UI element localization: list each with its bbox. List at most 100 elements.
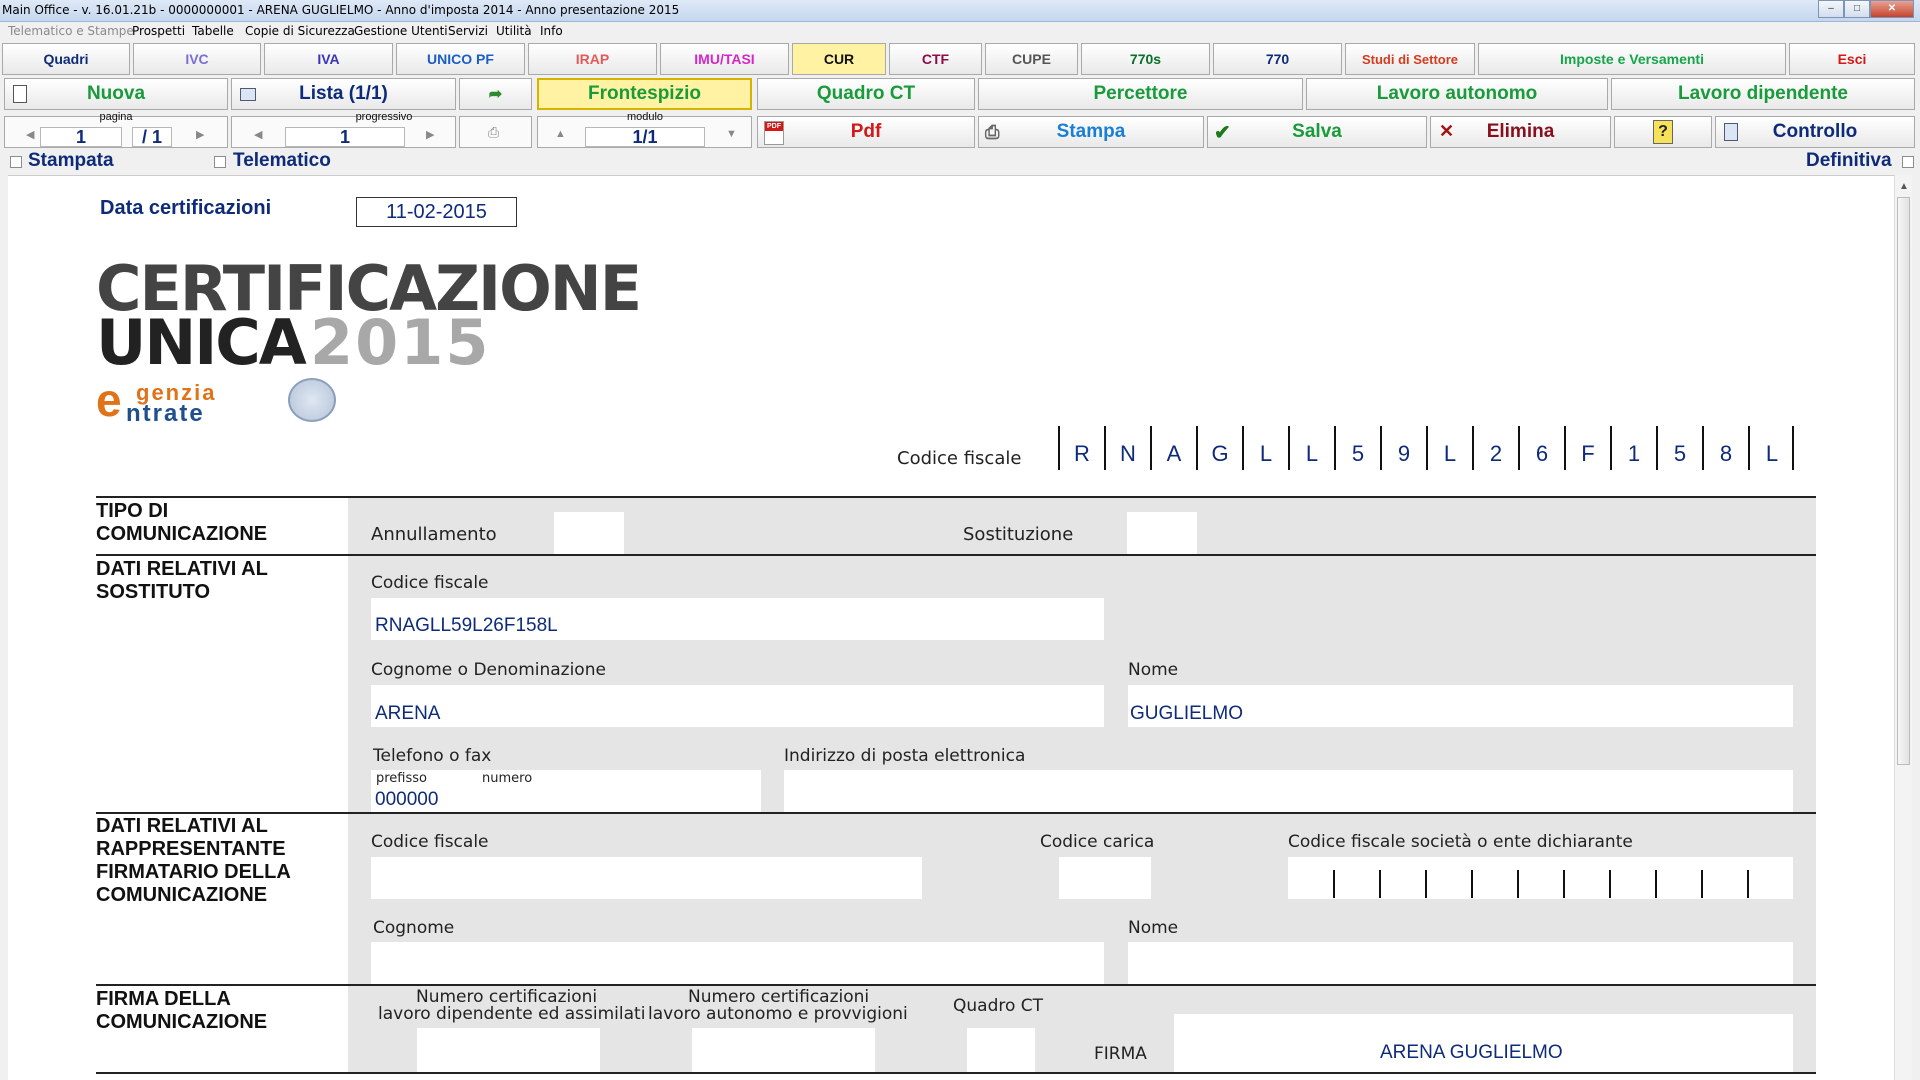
rappr-cognome-field[interactable]: [371, 942, 1104, 984]
close-icon[interactable]: ✕: [1870, 0, 1914, 18]
scroll-up-icon[interactable]: ▲: [1899, 181, 1909, 192]
tab-770[interactable]: 770: [1213, 43, 1342, 75]
tab-lavoro-autonomo[interactable]: Lavoro autonomo: [1306, 78, 1608, 110]
elimina-button[interactable]: ✕ Elimina: [1430, 116, 1611, 148]
tab-irap[interactable]: IRAP: [528, 43, 657, 75]
progressivo-prev-icon[interactable]: ◀: [254, 128, 262, 141]
tab-imposte-versamenti[interactable]: Imposte e Versamenti: [1478, 43, 1786, 75]
controllo-button[interactable]: Controllo: [1715, 116, 1915, 148]
maximize-icon[interactable]: □: [1844, 0, 1870, 18]
lista-button[interactable]: Lista (1/1): [231, 78, 456, 110]
stampa-button[interactable]: ⎙ Stampa: [978, 116, 1204, 148]
data-certificazioni-input[interactable]: 11-02-2015: [356, 197, 517, 227]
cf-societa-field[interactable]: [1288, 857, 1793, 899]
tab-iva[interactable]: IVA: [264, 43, 393, 75]
rappr-nome-field[interactable]: [1128, 942, 1793, 984]
tab-studi-settore[interactable]: Studi di Settore: [1345, 43, 1475, 75]
menu-utilita[interactable]: Utilità: [496, 24, 532, 38]
esci-button[interactable]: Esci: [1789, 43, 1915, 75]
progressivo-value[interactable]: 1: [285, 127, 405, 147]
definitiva-checkbox[interactable]: [1902, 156, 1914, 168]
pagina-prev-icon[interactable]: ◀: [26, 128, 34, 141]
rappresentante-title: DATI RELATIVI AL RAPPRESENTANTE FIRMATAR…: [96, 815, 291, 906]
cf-cell: G: [1196, 426, 1242, 470]
pagina-value[interactable]: 1: [40, 127, 122, 147]
divider-5: [96, 1072, 1816, 1074]
rappr-cognome-label: Cognome: [373, 918, 455, 938]
salva-label: Salva: [1292, 121, 1342, 142]
tab-ctf[interactable]: CTF: [889, 43, 982, 75]
tab-cupe[interactable]: CUPE: [985, 43, 1078, 75]
nuova-label: Nuova: [86, 83, 146, 104]
vertical-scrollbar[interactable]: ▲: [1894, 175, 1912, 1080]
modulo-value[interactable]: 1/1: [585, 127, 705, 147]
cf-cell: 5: [1334, 426, 1380, 470]
nuova-button[interactable]: Nuova: [4, 78, 228, 110]
progressivo-label: progressivo: [355, 111, 413, 123]
cf-societa-divider: [1747, 870, 1749, 898]
list-icon: [240, 88, 256, 101]
logo-2015: 2015: [310, 306, 491, 379]
salva-button[interactable]: ✔ Salva: [1207, 116, 1427, 148]
tab-ivc[interactable]: IVC: [133, 43, 261, 75]
codice-carica-field[interactable]: [1059, 857, 1151, 899]
rappr-nome-label: Nome: [1128, 918, 1179, 938]
prefisso-label: prefisso: [376, 771, 427, 786]
tab-quadro-ct[interactable]: Quadro CT: [757, 78, 975, 110]
num-dip-label2: lavoro dipendente ed assimilati: [378, 1004, 646, 1024]
nome-value: GUGLIELMO: [1130, 703, 1243, 724]
modulo-down-icon[interactable]: ▼: [726, 128, 737, 140]
annullamento-field[interactable]: [554, 512, 624, 554]
menu-telematico[interactable]: Telematico e Stampe: [8, 24, 134, 38]
tab-percettore[interactable]: Percettore: [978, 78, 1303, 110]
tab-cur[interactable]: CUR: [792, 43, 886, 75]
cognome-field[interactable]: [371, 685, 1104, 727]
cf-societa-divider: [1425, 870, 1427, 898]
progressivo-next-icon[interactable]: ▶: [426, 128, 434, 141]
cf-cell: L: [1426, 426, 1472, 470]
menu-servizi[interactable]: Servizi: [448, 24, 488, 38]
menu-tabelle[interactable]: Tabelle: [192, 24, 234, 38]
tab-quadri[interactable]: Quadri: [2, 43, 130, 75]
pagina-next-icon[interactable]: ▶: [196, 128, 204, 141]
annullamento-label: Annullamento: [371, 524, 497, 545]
scroll-thumb[interactable]: [1897, 197, 1910, 765]
cf-end-line: [1792, 426, 1794, 470]
email-field[interactable]: [784, 770, 1793, 812]
pdf-button[interactable]: PDF Pdf: [757, 116, 975, 148]
tab-unico-pf[interactable]: UNICO PF: [396, 43, 525, 75]
logo-unica: UNICA: [96, 306, 307, 379]
cf-societa-divider: [1701, 870, 1703, 898]
telematico-checkbox[interactable]: [214, 156, 226, 168]
agenzia-logo-icon: e: [96, 374, 122, 426]
menu-gestione-utenti[interactable]: Gestione Utenti: [354, 24, 448, 38]
menu-info[interactable]: Info: [540, 24, 563, 38]
minimize-icon[interactable]: –: [1818, 0, 1844, 18]
cognome-label: Cognome o Denominazione: [371, 660, 606, 680]
import-button[interactable]: ➦: [459, 78, 532, 110]
cf-cell: 8: [1702, 426, 1748, 470]
window-title: Main Office - v. 16.01.21b - 0000000001 …: [2, 3, 680, 17]
help-button[interactable]: ?: [1614, 116, 1712, 148]
modulo-up-icon[interactable]: ▲: [555, 128, 566, 140]
cf-cell: 1: [1610, 426, 1656, 470]
menu-prospetti[interactable]: Prospetti: [132, 24, 185, 38]
cf-cell: 6: [1518, 426, 1564, 470]
quadro-ct-field[interactable]: [967, 1028, 1035, 1072]
menu-copie[interactable]: Copie di Sicurezza: [245, 24, 355, 38]
num-dip-field[interactable]: [417, 1028, 600, 1072]
stampata-checkbox[interactable]: [10, 156, 22, 168]
sostituzione-field[interactable]: [1127, 512, 1197, 554]
data-certificazioni-label: Data certificazioni: [100, 197, 272, 219]
numero-label: numero: [482, 771, 533, 786]
tab-imu-tasi[interactable]: IMU/TASI: [660, 43, 789, 75]
tab-770s[interactable]: 770s: [1081, 43, 1210, 75]
import-arrow-icon: ➦: [488, 86, 503, 103]
tab-frontespizio[interactable]: Frontespizio: [537, 78, 752, 110]
num-aut-field[interactable]: [692, 1028, 875, 1072]
rappr-cf-field[interactable]: [371, 857, 922, 899]
firma-value: ARENA GUGLIELMO: [1380, 1042, 1563, 1063]
printer-small-icon: ⎙: [488, 124, 500, 140]
tab-lavoro-dipendente[interactable]: Lavoro dipendente: [1611, 78, 1915, 110]
modulo-label: modulo: [626, 111, 664, 123]
